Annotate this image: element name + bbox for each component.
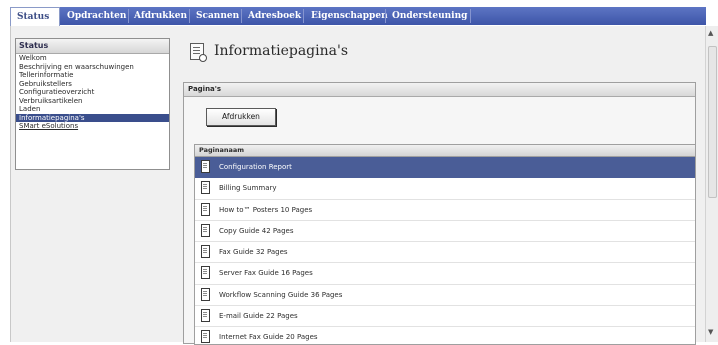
vertical-scrollbar[interactable]: ▲ ▼ [705,26,718,342]
table-header[interactable]: Paginanaam [195,145,695,157]
tab-bar: Status Opdrachten Afdrukken Scannen Adre… [10,7,706,26]
document-icon [201,181,210,195]
document-icon [201,245,210,259]
document-icon [201,287,210,301]
sidebar-item-configuratieoverzicht[interactable]: Configuratieoverzicht [16,88,169,97]
sidebar-item-informatiepaginas[interactable]: Informatiepagina's [16,113,169,122]
sidebar-item-welkom[interactable]: Welkom [16,54,169,63]
tab-afdrukken[interactable]: Afdrukken [134,7,187,25]
table-row[interactable]: Configuration Report [195,157,695,179]
magnifier-icon [199,54,207,62]
table-row[interactable]: Billing Summary [195,178,695,200]
pages-panel: Pagina's Afdrukken Paginanaam Configurat… [183,82,696,345]
row-name: E-mail Guide 22 Pages [219,312,298,321]
tab-scannen[interactable]: Scannen [196,7,239,25]
scroll-up-icon[interactable]: ▲ [708,29,713,37]
sidebar-item-beschrijving[interactable]: Beschrijving en waarschuwingen [16,63,169,72]
document-icon [201,223,210,237]
tab-separator [128,9,129,23]
row-name: Copy Guide 42 Pages [219,226,294,235]
table-row[interactable]: Server Fax Guide 16 Pages [195,263,695,285]
tab-status[interactable]: Status [10,7,60,26]
tab-eigenschappen[interactable]: Eigenschappen [311,7,388,25]
sidebar-item-gebruikstellers[interactable]: Gebruikstellers [16,80,169,89]
document-icon [201,266,210,280]
scroll-thumb[interactable] [708,46,717,198]
tab-separator [303,9,304,23]
panel-heading: Pagina's [184,83,695,97]
sidebar-heading: Status [16,39,169,54]
table-row[interactable]: How to™ Posters 10 Pages [195,200,695,221]
info-page-icon [190,43,207,62]
table-row[interactable]: Fax Guide 32 Pages [195,242,695,264]
print-button[interactable]: Afdrukken [206,108,276,126]
pages-table: Paginanaam Configuration Report Billing … [194,144,696,345]
sidebar-item-tellerinformatie[interactable]: Tellerinformatie [16,71,169,80]
tab-separator [189,9,190,23]
document-icon [201,330,210,344]
row-name: Internet Fax Guide 20 Pages [219,333,318,342]
table-row[interactable]: E-mail Guide 22 Pages [195,306,695,328]
row-name: Configuration Report [219,163,292,171]
document-icon [201,202,210,216]
tab-adresboek[interactable]: Adresboek [248,7,301,25]
page-title: Informatiepagina's [214,43,349,59]
sidebar: Status Welkom Beschrijving en waarschuwi… [15,38,170,170]
table-row[interactable]: Internet Fax Guide 20 Pages [195,327,695,344]
tab-ondersteuning[interactable]: Ondersteuning [392,7,467,25]
row-name: How to™ Posters 10 Pages [219,205,313,214]
tab-opdrachten[interactable]: Opdrachten [67,7,126,25]
scroll-down-icon[interactable]: ▼ [708,328,713,336]
row-name: Server Fax Guide 16 Pages [219,269,313,278]
tab-separator [241,9,242,23]
row-name: Billing Summary [219,184,277,193]
sidebar-item-verbruiksartikelen[interactable]: Verbruiksartikelen [16,97,169,106]
table-row[interactable]: Workflow Scanning Guide 36 Pages [195,285,695,307]
document-icon [201,160,210,173]
top-navigation: Status Opdrachten Afdrukken Scannen Adre… [0,0,718,26]
document-icon [201,309,210,323]
sidebar-item-laden[interactable]: Laden [16,105,169,114]
row-name: Workflow Scanning Guide 36 Pages [219,290,343,299]
table-row[interactable]: Copy Guide 42 Pages [195,221,695,243]
tab-separator [470,9,471,23]
tab-separator [385,9,386,23]
sidebar-item-smart-esolutions[interactable]: SMart eSolutions [16,122,169,131]
row-name: Fax Guide 32 Pages [219,248,288,257]
